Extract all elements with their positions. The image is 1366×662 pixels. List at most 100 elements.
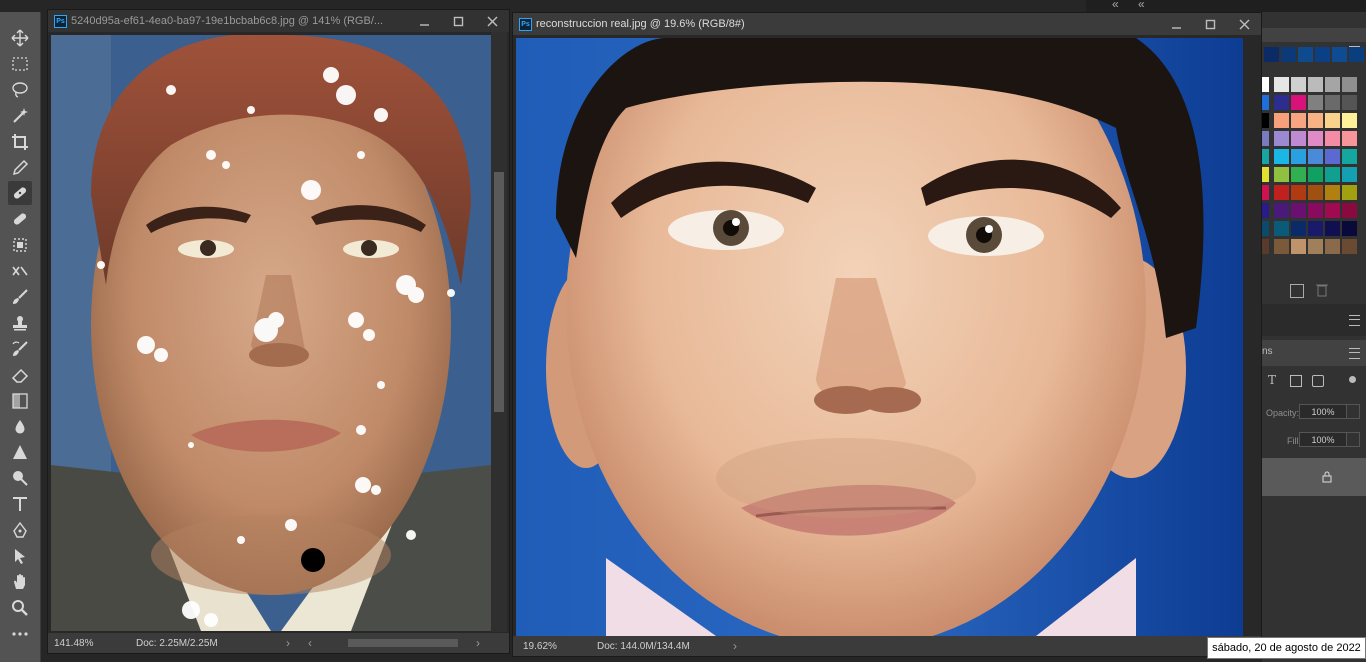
- layers-panel-tab[interactable]: ns: [1262, 340, 1366, 366]
- close-button[interactable]: [1227, 13, 1261, 35]
- color-swatch[interactable]: [1349, 47, 1364, 62]
- color-swatch[interactable]: [1274, 149, 1289, 164]
- color-swatch[interactable]: [1325, 113, 1340, 128]
- color-swatch[interactable]: [1274, 167, 1289, 182]
- lasso-tool[interactable]: [8, 78, 32, 102]
- zoom-level[interactable]: 141.48%: [48, 638, 102, 649]
- color-swatch[interactable]: [1274, 239, 1289, 254]
- color-swatch[interactable]: [1325, 167, 1340, 182]
- maximize-button[interactable]: [1193, 13, 1227, 35]
- red-eye-tool[interactable]: [8, 259, 32, 283]
- move-tool[interactable]: [8, 26, 32, 50]
- opacity-dropdown[interactable]: [1346, 404, 1360, 419]
- minimize-button[interactable]: [1159, 13, 1193, 35]
- color-swatch[interactable]: [1308, 131, 1323, 146]
- horizontal-scroll-thumb[interactable]: [348, 639, 458, 647]
- scroll-thumb[interactable]: [494, 172, 504, 412]
- color-swatch[interactable]: [1262, 131, 1269, 146]
- color-swatch[interactable]: [1308, 77, 1323, 92]
- color-swatch[interactable]: [1274, 113, 1289, 128]
- zoom-level[interactable]: 19.62%: [513, 641, 571, 652]
- color-swatch[interactable]: [1262, 149, 1269, 164]
- document-tab[interactable]: Ps reconstruccion real.jpg @ 19.6% (RGB/…: [513, 13, 1261, 35]
- color-swatch[interactable]: [1325, 239, 1340, 254]
- collapse-panels-button-2[interactable]: «: [1138, 0, 1145, 11]
- close-button[interactable]: [475, 10, 509, 32]
- color-swatch[interactable]: [1308, 239, 1323, 254]
- fill-field[interactable]: 100%: [1299, 432, 1347, 447]
- magic-wand-tool[interactable]: [8, 104, 32, 128]
- color-swatch[interactable]: [1291, 77, 1306, 92]
- color-swatch[interactable]: [1298, 47, 1313, 62]
- sharpen-tool[interactable]: [8, 440, 32, 464]
- minimize-button[interactable]: [407, 10, 441, 32]
- color-swatch[interactable]: [1308, 167, 1323, 182]
- color-swatch[interactable]: [1342, 221, 1357, 236]
- status-menu-arrow[interactable]: ›: [286, 636, 302, 650]
- scroll-right-button[interactable]: ›: [476, 636, 492, 650]
- color-swatch[interactable]: [1342, 77, 1357, 92]
- color-swatch[interactable]: [1325, 149, 1340, 164]
- color-swatch[interactable]: [1308, 95, 1323, 110]
- color-swatch[interactable]: [1332, 47, 1347, 62]
- fill-dropdown[interactable]: [1346, 432, 1360, 447]
- reconstructed-photo-canvas[interactable]: [516, 38, 1243, 636]
- color-swatch[interactable]: [1291, 203, 1306, 218]
- color-swatch[interactable]: [1291, 131, 1306, 146]
- new-swatch-button[interactable]: [1290, 284, 1304, 298]
- maximize-button[interactable]: [441, 10, 475, 32]
- color-swatch[interactable]: [1325, 131, 1340, 146]
- path-selection-tool[interactable]: [8, 544, 32, 568]
- dodge-tool[interactable]: [8, 466, 32, 490]
- scroll-left-button[interactable]: ‹: [308, 636, 324, 650]
- color-swatch[interactable]: [1262, 77, 1269, 92]
- document-tab[interactable]: Ps 5240d95a-ef61-4ea0-ba97-19e1bcbab6c8.…: [48, 10, 509, 32]
- color-swatch[interactable]: [1274, 185, 1289, 200]
- color-swatch[interactable]: [1262, 221, 1269, 236]
- color-swatch[interactable]: [1291, 113, 1306, 128]
- status-menu-arrow[interactable]: ›: [733, 639, 749, 653]
- history-brush-tool[interactable]: [8, 337, 32, 361]
- color-swatch[interactable]: [1262, 95, 1269, 110]
- vertical-scrollbar[interactable]: [491, 32, 507, 632]
- color-swatch[interactable]: [1308, 149, 1323, 164]
- panel-menu-icon[interactable]: [1349, 315, 1360, 326]
- collapse-panels-button[interactable]: «: [1112, 0, 1119, 11]
- color-swatch[interactable]: [1262, 113, 1269, 128]
- color-swatch[interactable]: [1325, 95, 1340, 110]
- filter-toggle-icon[interactable]: [1349, 376, 1356, 383]
- color-swatch[interactable]: [1281, 47, 1296, 62]
- color-swatch[interactable]: [1274, 77, 1289, 92]
- color-swatch[interactable]: [1342, 149, 1357, 164]
- color-swatch[interactable]: [1342, 185, 1357, 200]
- color-swatch[interactable]: [1274, 131, 1289, 146]
- color-swatch[interactable]: [1274, 203, 1289, 218]
- color-swatch[interactable]: [1274, 221, 1289, 236]
- swatches-panel-tab[interactable]: [1262, 28, 1366, 42]
- clone-stamp-tool[interactable]: [8, 311, 32, 335]
- color-swatch[interactable]: [1342, 113, 1357, 128]
- color-swatch[interactable]: [1274, 95, 1289, 110]
- brush-tool[interactable]: [8, 285, 32, 309]
- color-swatch[interactable]: [1325, 221, 1340, 236]
- color-swatch[interactable]: [1262, 239, 1269, 254]
- opacity-field[interactable]: 100%: [1299, 404, 1347, 419]
- eraser-tool[interactable]: [8, 363, 32, 387]
- color-swatch[interactable]: [1325, 203, 1340, 218]
- layer-row-background[interactable]: [1262, 458, 1366, 496]
- marquee-tool[interactable]: [8, 52, 32, 76]
- color-swatch[interactable]: [1262, 203, 1269, 218]
- panel-menu-icon[interactable]: [1349, 348, 1360, 359]
- color-swatch[interactable]: [1291, 185, 1306, 200]
- healing-brush-tool[interactable]: [8, 181, 32, 206]
- blur-tool[interactable]: [8, 415, 32, 439]
- eyedropper-tool[interactable]: [8, 156, 32, 180]
- more-tools[interactable]: [8, 622, 32, 646]
- gradient-tool[interactable]: [8, 389, 32, 413]
- color-swatch[interactable]: [1308, 113, 1323, 128]
- shape-filter-icon[interactable]: [1290, 375, 1302, 387]
- color-swatch[interactable]: [1342, 203, 1357, 218]
- patch-tool[interactable]: [8, 207, 32, 231]
- color-swatch[interactable]: [1291, 167, 1306, 182]
- color-swatch[interactable]: [1308, 185, 1323, 200]
